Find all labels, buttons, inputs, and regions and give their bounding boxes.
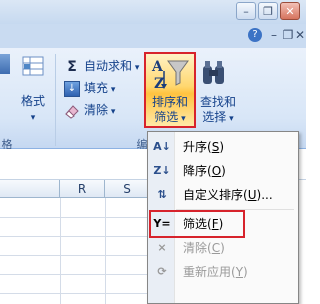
grid-line — [0, 293, 150, 294]
format-cells-icon[interactable] — [22, 56, 46, 78]
column-header-s[interactable]: S — [105, 180, 150, 198]
menu-item-reapply[interactable]: ⟳ 重新应用(Y) — [150, 260, 296, 284]
minimize-button[interactable]: – — [236, 2, 256, 20]
grid-line — [105, 198, 106, 304]
grid-line — [0, 217, 150, 218]
cells-group-label: 格 — [1, 138, 13, 151]
fill-button[interactable]: ↓ 填充 ▾ — [64, 78, 115, 98]
eraser-icon — [64, 103, 80, 119]
grid-line — [60, 198, 61, 304]
menu-item-clear[interactable]: ⨯ 清除(C) — [150, 236, 296, 260]
grid-line — [0, 274, 150, 275]
find-select-button[interactable]: 查找和 选择 ▾ — [196, 95, 240, 127]
menu-item-sort-ascending[interactable]: A↓ 升序(S) — [150, 135, 296, 159]
grid-line — [0, 236, 150, 237]
binoculars-icon — [200, 58, 228, 88]
svg-text:Z: Z — [154, 76, 164, 91]
menu-item-sort-descending[interactable]: Z↓ 降序(O) — [150, 159, 296, 183]
svg-text:A: A — [151, 59, 164, 75]
autosum-button[interactable]: Σ 自动求和 ▾ — [64, 56, 139, 76]
ribbon-close-icon[interactable]: ✕ — [294, 27, 306, 43]
reapply-icon: ⟳ — [157, 265, 167, 278]
column-header-r[interactable]: R — [60, 180, 105, 198]
clear-button[interactable]: 清除 ▾ — [64, 100, 115, 120]
sort-filter-icon: A Z — [150, 57, 190, 92]
format-button[interactable]: 格式 ▾ — [15, 94, 51, 126]
filter-highlight-box — [149, 210, 245, 238]
insert-cells-icon[interactable] — [0, 54, 10, 74]
custom-sort-icon: ⇅ — [157, 188, 167, 201]
column-header[interactable] — [0, 180, 60, 198]
sigma-icon: Σ — [67, 58, 77, 75]
help-icon[interactable]: ? — [248, 28, 262, 42]
sort-descending-icon: Z↓ — [153, 164, 171, 177]
group-divider — [55, 54, 56, 146]
fill-down-icon: ↓ — [64, 80, 80, 97]
grid-line — [0, 255, 150, 256]
sort-ascending-icon: A↓ — [153, 140, 171, 153]
close-button[interactable]: ✕ — [280, 2, 300, 20]
clear-filter-icon: ⨯ — [157, 241, 167, 254]
sort-filter-label: 排序和 筛选 ▾ — [151, 95, 188, 124]
menu-item-custom-sort[interactable]: ⇅ 自定义排序(U)... — [150, 183, 296, 207]
restore-button[interactable]: ❐ — [258, 2, 278, 20]
